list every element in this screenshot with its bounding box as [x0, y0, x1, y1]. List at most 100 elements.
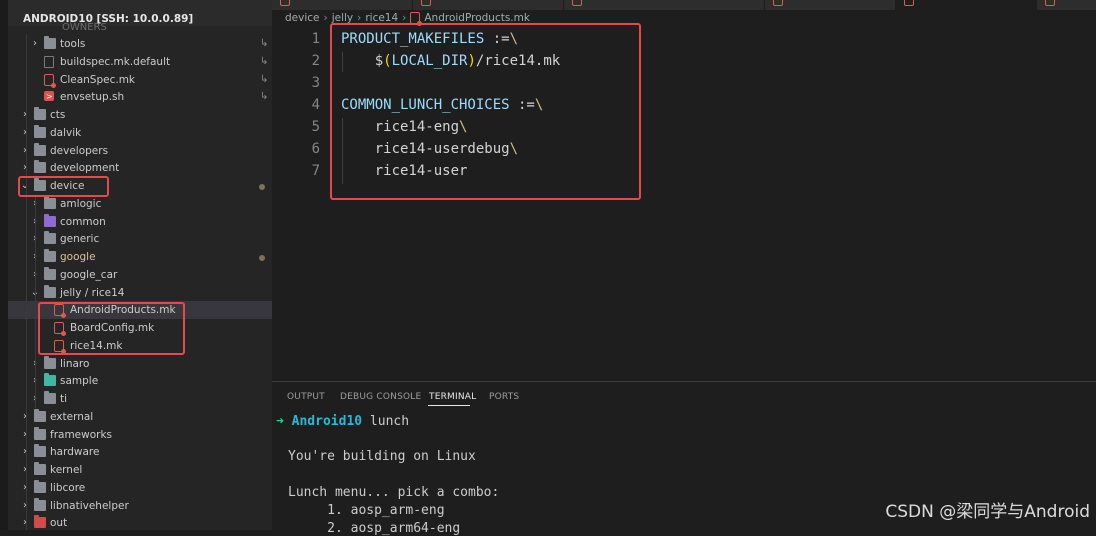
code-editor[interactable]: 1 2 3 4 5 6 7 PRODUCT_MAKEFILES :=\ $(LO…	[272, 28, 1096, 381]
breadcrumb-item[interactable]: rice14	[365, 12, 398, 24]
tree-item-label: common	[60, 216, 106, 228]
tree-item-label: BoardConfig.mk	[70, 322, 155, 334]
explorer-title[interactable]: ANDROID10 [SSH: 10.0.0.89]	[8, 0, 272, 26]
tree-item-label: linaro	[60, 358, 90, 370]
tree-item-linaro[interactable]: ›linaro	[8, 355, 272, 373]
chevron-right-icon[interactable]: ›	[20, 426, 30, 444]
breadcrumb-item[interactable]: jelly	[332, 12, 353, 24]
chevron-right-icon[interactable]: ›	[20, 159, 30, 177]
prompt-command: lunch	[362, 414, 410, 429]
indent-guide	[26, 34, 27, 530]
editor-tab[interactable]	[564, 0, 765, 10]
chevron-right-icon[interactable]: ›	[20, 106, 30, 124]
tree-item-libcore[interactable]: › libcore	[8, 479, 272, 497]
tree-item-label: google	[60, 251, 96, 263]
code-line-2: $(LOCAL_DIR)/rice14.mk	[341, 53, 560, 69]
code-token: )	[467, 53, 476, 69]
tree-item-label: libnativehelper	[50, 500, 129, 512]
code-token: \	[509, 141, 519, 157]
tree-item-dalvik[interactable]: › dalvik	[8, 124, 272, 142]
tree-item-developers[interactable]: › developers	[8, 142, 272, 160]
folder-icon	[44, 356, 56, 369]
chevron-right-icon: ›	[323, 12, 328, 24]
folder-icon	[34, 178, 46, 191]
chevron-right-icon[interactable]: ›	[20, 461, 30, 479]
tree-item-label: external	[50, 411, 94, 423]
tree-item-tools[interactable]: › tools ↳	[8, 35, 272, 53]
editor-tab[interactable]	[413, 0, 564, 10]
code-token: LOCAL_DIR	[391, 53, 468, 69]
code-token: \	[459, 119, 468, 135]
tree-item-cleanspec-mk[interactable]: CleanSpec.mk ↳	[8, 71, 272, 89]
line-number: 2	[311, 53, 320, 69]
tree-item-rice14-mk[interactable]: rice14.mk	[8, 337, 272, 355]
code-line-5: rice14-eng\	[341, 119, 468, 135]
tree-item-external[interactable]: › external	[8, 408, 272, 426]
tree-item-jelly-rice14[interactable]: ⌄jelly / rice14	[8, 284, 272, 302]
editor-tab[interactable]	[272, 0, 413, 10]
terminal-prompt: ➜ Android10 lunch	[276, 414, 409, 429]
prompt-directory: Android10	[291, 414, 363, 429]
tree-item-buildspec-mk-default[interactable]: buildspec.mk.default ↳	[8, 53, 272, 71]
explorer-ghost-item: OWNERS	[62, 22, 107, 33]
terminal-line: You're building on Linux	[288, 449, 476, 464]
chevron-right-icon[interactable]: ›	[20, 124, 30, 142]
breadcrumb-item[interactable]: AndroidProducts.mk	[424, 12, 530, 24]
tree-item-google-car[interactable]: ›google_car	[8, 266, 272, 284]
chevron-right-icon[interactable]: ›	[20, 443, 30, 461]
tab-debug-console[interactable]: DEBUG CONSOLE	[340, 392, 421, 402]
tab-output[interactable]: OUTPUT	[287, 392, 325, 402]
folder-icon	[44, 231, 56, 244]
modified-dot-icon	[259, 255, 265, 261]
tree-item-label: jelly / rice14	[60, 287, 125, 299]
editor-tab[interactable]	[765, 0, 896, 10]
code-token: rice14-eng	[374, 119, 460, 135]
symlink-icon: ↳	[260, 38, 269, 49]
terminal-line: 1. aosp_arm-eng	[288, 503, 445, 518]
code-line-4: COMMON_LUNCH_CHOICES :=\	[341, 97, 543, 113]
tree-item-cts[interactable]: › cts	[8, 106, 272, 124]
tree-item-hardware[interactable]: › hardware	[8, 443, 272, 461]
chevron-right-icon[interactable]: ›	[20, 408, 30, 426]
code-token: \	[534, 97, 544, 113]
tree-item-frameworks[interactable]: › frameworks	[8, 426, 272, 444]
tree-item-development[interactable]: › development	[8, 159, 272, 177]
folder-icon	[34, 444, 46, 457]
line-number: 4	[311, 97, 320, 113]
tree-item-label: generic	[60, 233, 100, 245]
chevron-right-icon[interactable]: ›	[30, 35, 40, 53]
line-number: 6	[311, 141, 320, 157]
editor-tab-active[interactable]	[896, 0, 1037, 10]
folder-icon	[44, 196, 56, 209]
code-token: PRODUCT_MAKEFILES	[341, 31, 485, 47]
tree-item-envsetup-sh[interactable]: envsetup.sh ↳	[8, 88, 272, 106]
tree-item-google[interactable]: ›google	[8, 248, 272, 266]
tree-item-out[interactable]: › out	[8, 514, 272, 530]
tree-item-androidproducts-mk[interactable]: AndroidProducts.mk	[8, 301, 272, 319]
tree-item-generic[interactable]: ›generic	[8, 230, 272, 248]
tree-item-device[interactable]: ⌄ device	[8, 177, 272, 195]
tree-item-label: cts	[50, 109, 66, 121]
tree-item-label: kernel	[50, 464, 83, 476]
tab-terminal[interactable]: TERMINAL	[429, 392, 476, 402]
tree-item-kernel[interactable]: › kernel	[8, 461, 272, 479]
tree-item-sample[interactable]: ›sample	[8, 372, 272, 390]
chevron-right-icon[interactable]: ›	[20, 479, 30, 497]
editor-tab[interactable]	[1037, 0, 1096, 10]
tree-item-ti[interactable]: ›ti	[8, 390, 272, 408]
tab-ports[interactable]: PORTS	[489, 392, 519, 402]
chevron-right-icon[interactable]: ›	[20, 514, 30, 530]
line-number: 7	[311, 163, 320, 179]
chevron-right-icon[interactable]: ›	[20, 142, 30, 160]
tree-item-label: device	[50, 180, 85, 192]
breadcrumb-item[interactable]: device	[285, 12, 320, 24]
tree-item-libnativehelper[interactable]: › libnativehelper	[8, 497, 272, 515]
tree-item-amlogic[interactable]: ›amlogic	[8, 195, 272, 213]
prompt-arrow-icon: ➜	[276, 414, 284, 429]
modified-dot-icon	[259, 184, 265, 190]
tree-item-boardconfig-mk[interactable]: BoardConfig.mk	[8, 319, 272, 337]
tree-item-label: sample	[60, 375, 99, 387]
chevron-down-icon[interactable]: ⌄	[20, 177, 30, 195]
chevron-right-icon[interactable]: ›	[20, 497, 30, 515]
tree-item-common[interactable]: ›common	[8, 213, 272, 231]
